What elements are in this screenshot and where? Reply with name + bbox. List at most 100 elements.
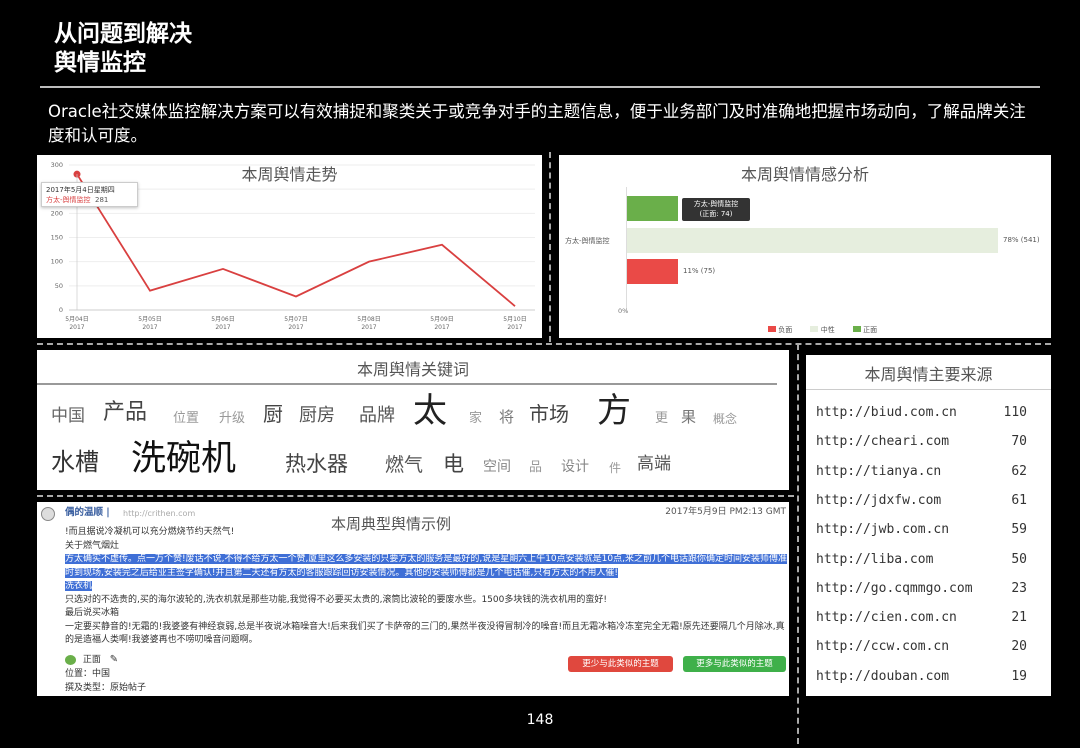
source-count: 62 [1011,463,1027,479]
keyword: 方 [597,391,631,431]
x-tick-label: 5月10日 [503,316,526,323]
source-row: http://liba.com 50 [816,552,1027,576]
source-url[interactable]: http://tianya.cn [816,464,941,479]
source-row: http://go.cqmmgo.com 23 [816,581,1027,605]
source-count: 110 [1003,405,1027,420]
sentiment-legend: 负面 中性 正面 [768,325,877,335]
keyword: 太 [413,391,447,431]
source-count: 21 [1011,610,1027,626]
keyword: 将 [499,408,515,426]
example-panel: 偶的温顺 | http://crithen.com 2017年5月9日 PM2:… [37,502,789,696]
keyword: 中国 [51,406,85,426]
source-count: 19 [1011,668,1027,684]
keyword: 家 [469,411,483,426]
x-tick-label: 2017 [361,324,376,331]
keyword: 厨房 [299,405,335,426]
source-row: http://cheari.com 70 [816,434,1027,458]
trend-panel: 本周舆情走势 0501001502002503005月04日20175月05日2… [37,155,542,338]
source-url[interactable]: http://go.cqmmgo.com [816,581,973,596]
bar-positive [627,196,678,221]
post-line-3: 只选对的不选贵的,买的海尔波轮的,洗衣机就是那些功能,我觉得不必要买太贵的,滚筒… [65,594,607,605]
legend-neutral: 中性 [820,326,835,334]
legend-swatch-positive [852,326,861,332]
keyword: 设计 [561,459,589,475]
source-url[interactable]: http://cien.com.cn [816,610,957,625]
keyword: 高端 [637,454,671,474]
post-author[interactable]: 偶的温顺 | [65,506,110,520]
source-row: http://jdxfw.com 61 [816,493,1027,517]
x-tick-label: 2017 [288,324,303,331]
x-tick-label: 5月09日 [430,316,453,323]
title-line-2: 舆情监控 [54,50,146,76]
source-url[interactable]: http://ccw.com.cn [816,639,949,654]
sentiment-title: 本周舆情情感分析 [740,165,869,184]
source-url[interactable]: http://biud.com.cn [816,405,957,420]
source-row: http://tianya.cn 62 [816,464,1027,488]
post-body: !而且据说冷凝机可以充分燃烧节约天然气! 关于燃气烟灶 方太确实不虚传。点一万个… [65,526,787,648]
y-tick-label: 50 [55,282,63,290]
page-number: 148 [526,712,554,728]
tooltip-date: 2017年5月4日星期四 [46,186,115,194]
source-row: http://douban.com 19 [816,669,1027,693]
source-count: 20 [1011,639,1027,655]
source-row: http://biud.com.cn 110 [816,405,1027,429]
sentiment-tag: 正面 ✎ [65,653,118,668]
keyword: 位置 [173,411,200,426]
sentiment-panel: 本周舆情情感分析 方太-舆情监控 78% (541) 11% (75) 0% 方… [559,155,1051,338]
title-line-1: 从问题到解决 [54,21,192,47]
separator-v-top [549,152,551,342]
tooltip-series: 方太-舆情监控 [693,200,739,208]
post-site[interactable]: http://crithen.com [123,507,195,521]
sentiment-tooltip: 方太-舆情监控 (正面: 74) [682,198,750,221]
tooltip-value: 281 [94,196,109,204]
legend-swatch-negative [768,326,776,332]
post-location: 位置：中国 [65,669,111,679]
source-count: 70 [1011,434,1027,450]
keyword: 热水器 [285,452,348,476]
slide-title: 从问题到解决 舆情监控 [54,20,192,78]
intro-text: Oracle社交媒体监控解决方案可以有效捕捉和聚类关于或竞争对手的主题信息，便于… [48,102,1026,145]
sources-divider [806,389,1051,390]
legend-negative: 负面 [778,326,793,334]
separator-h-mid [37,495,794,497]
keyword: 厨 [263,402,283,426]
keyword: 产品 [103,400,148,425]
separator-h-top [37,343,1051,345]
y-tick-label: 0 [59,306,63,314]
source-row: http://ccw.com.cn 20 [816,639,1027,663]
tooltip-series: 方太-舆情监控 [46,196,91,204]
source-url[interactable]: http://liba.com [816,552,933,567]
more-similar-button[interactable]: 更多与此类似的主题 [683,656,786,672]
post-type: 撰及类型：原始帖子 [65,683,147,693]
edit-pencil-icon[interactable]: ✎ [110,654,118,665]
source-row: http://cien.com.cn 21 [816,610,1027,634]
keyword: 洗碗机 [131,439,237,479]
keyword: 升级 [219,411,246,426]
y-tick-label: 300 [51,161,63,169]
keyword: 燃气 [385,454,424,476]
x-tick-label: 5月08日 [357,316,380,323]
series-line [76,173,516,307]
fewer-similar-button[interactable]: 更少与此类似的主题 [568,656,673,672]
x-tick-label: 2017 [142,324,157,331]
source-count: 61 [1011,492,1027,508]
keyword: 品牌 [359,405,395,426]
y-tick-label: 150 [51,234,63,242]
keywords-panel: 本周舆情关键词 中国 产品 位置 升级 厨厨房 品牌太家 将市场 方更果 概念 水槽 洗碗机 热水器 燃… [37,350,789,490]
source-row: http://jwb.com.cn 59 [816,522,1027,546]
source-url[interactable]: http://douban.com [816,669,949,684]
source-url[interactable]: http://jwb.com.cn [816,522,949,537]
source-url[interactable]: http://jdxfw.com [816,493,941,508]
x-tick-label: 5月04日 [65,316,88,323]
keyword: 市场 [529,402,569,426]
keyword: 概念 [713,412,738,426]
x-tick-label: 2017 [434,324,449,331]
title-divider [40,86,1040,88]
keyword: 电 [443,452,464,476]
keyword: 更 [655,411,669,426]
category-label: 方太-舆情监控 [565,237,610,245]
bar-neutral [627,228,998,253]
post-time: 2017年5月9日 PM2:13 GMT [665,507,786,517]
source-url[interactable]: http://cheari.com [816,434,949,449]
post-line-4: 最后说买冰箱 [65,608,120,618]
